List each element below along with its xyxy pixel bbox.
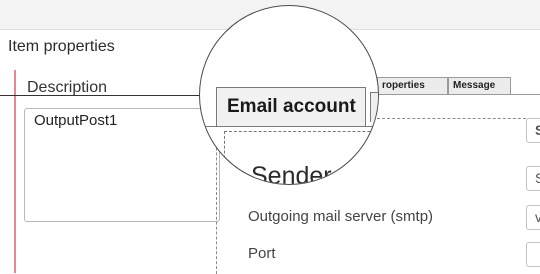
smtp-server-input[interactable]: v <box>526 205 540 230</box>
sender-group-title: Sender <box>251 162 332 185</box>
tab-email-account[interactable]: Email account <box>216 87 366 127</box>
port-label: Port <box>248 245 276 262</box>
top-field-value: S <box>535 122 540 138</box>
magnified-tab-line <box>200 126 378 127</box>
smtp-server-value: v <box>535 209 540 225</box>
sender-input-value: S <box>535 170 540 186</box>
tab-properties[interactable]: roperties <box>377 77 448 94</box>
description-value: OutputPost1 <box>34 112 118 129</box>
smtp-server-label: Outgoing mail server (smtp) <box>248 208 434 225</box>
callout-pointer-line <box>0 95 216 96</box>
port-input[interactable] <box>526 242 540 267</box>
accent-rule <box>14 70 16 273</box>
magnifier-callout: Email account Sender <box>199 5 379 185</box>
tab-next-partial[interactable] <box>370 92 378 122</box>
sender-input[interactable]: S <box>526 166 540 191</box>
item-properties-title: Item properties <box>8 38 115 55</box>
tab-message[interactable]: Message <box>448 77 511 94</box>
top-field-input[interactable]: S <box>526 118 540 143</box>
description-textarea[interactable]: OutputPost1 <box>24 108 220 222</box>
tab-email-account-label: Email account <box>227 96 356 117</box>
